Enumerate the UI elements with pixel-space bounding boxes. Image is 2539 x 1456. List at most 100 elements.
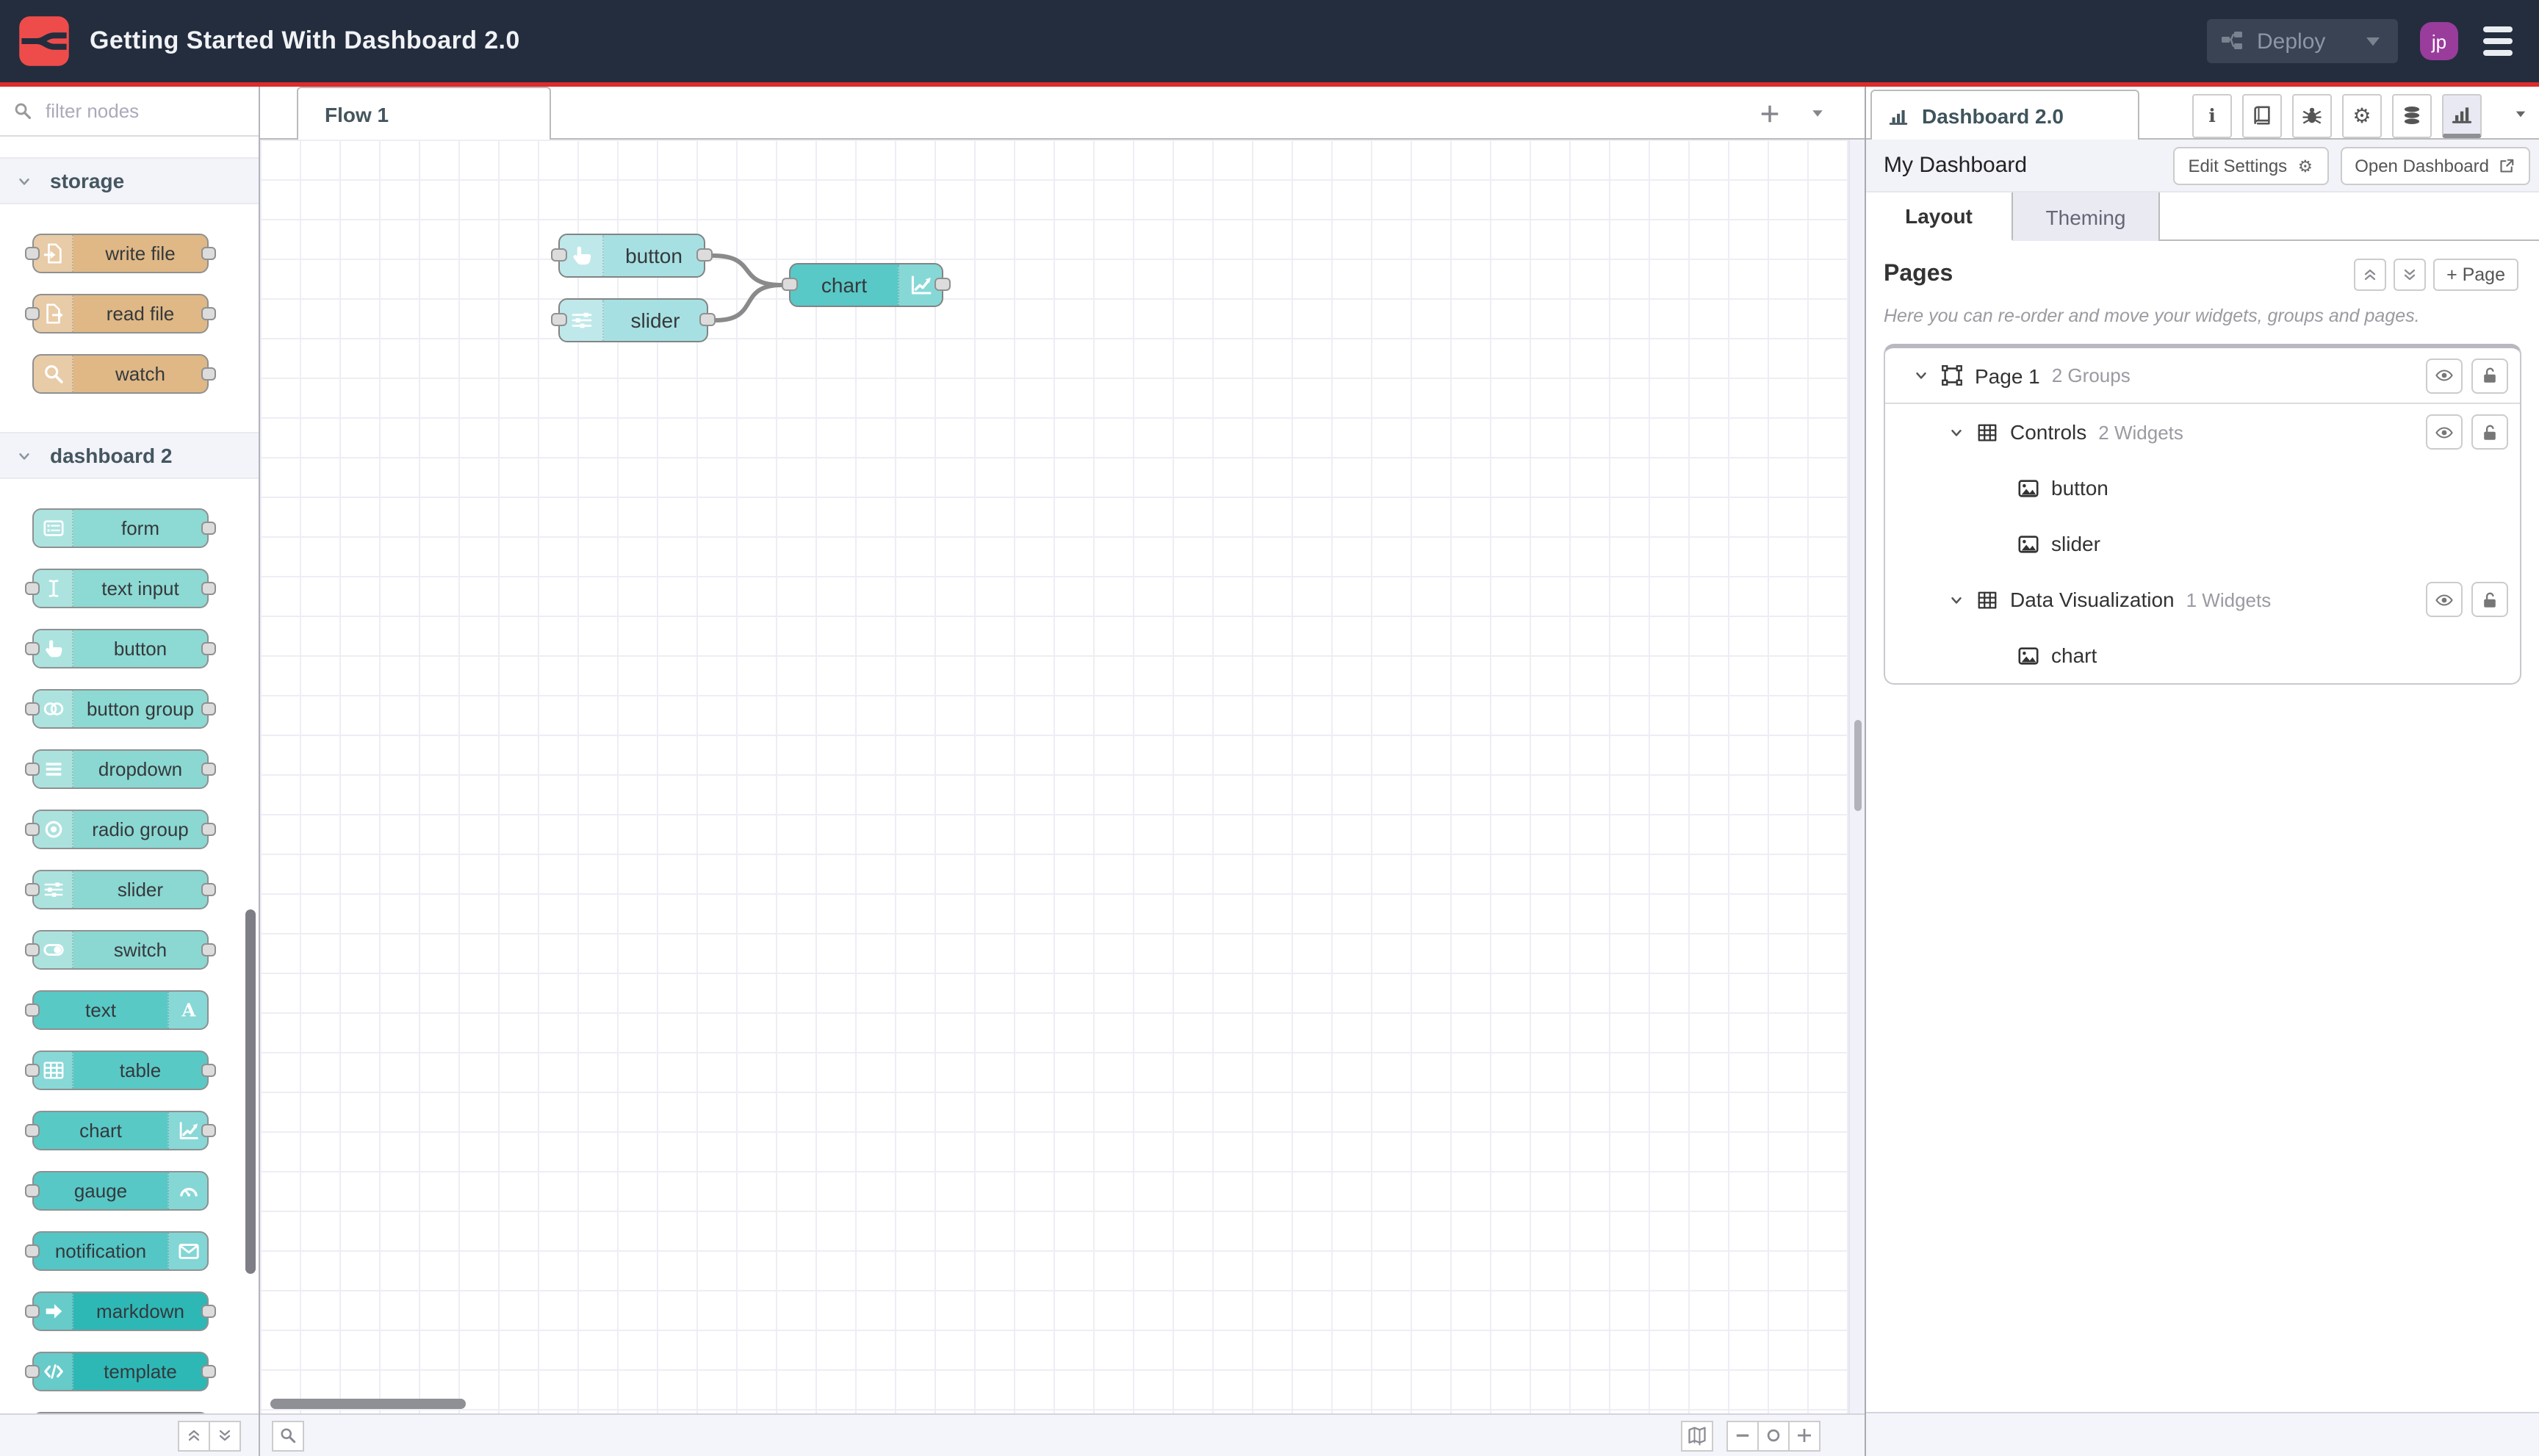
sidebar-toolbar-bug-button[interactable] [2292,93,2332,137]
node-gauge[interactable]: gauge [25,1171,209,1211]
sidebar-toolbar-info-button[interactable]: i [2192,93,2232,137]
palette-search-input[interactable] [43,98,245,123]
canvas-vertical-scrollbar[interactable] [1848,140,1865,1413]
add-page-button[interactable]: + Page [2433,259,2518,291]
deploy-button[interactable]: Deploy [2207,19,2398,63]
node-slider[interactable]: slider [25,870,216,909]
node-radio-group[interactable]: radio group [25,810,216,849]
edit-settings-button[interactable]: Edit Settings ⚙ [2173,146,2329,184]
input-port [25,641,40,655]
open-dashboard-button[interactable]: Open Dashboard [2340,146,2530,184]
sidebar-toolbar-chart-bars-button[interactable] [2442,93,2482,137]
canvas-search-button[interactable] [272,1420,304,1451]
node-text-input[interactable]: text input [25,569,216,608]
node-table[interactable]: table [25,1050,216,1090]
tree-item-count: 2 Groups [2051,364,2131,386]
zoom-out-button[interactable] [1726,1420,1759,1451]
database-icon [2401,104,2423,126]
node-icon-area [34,356,73,392]
minimap-button[interactable] [1681,1420,1713,1451]
node-chart[interactable]: chart [25,1111,216,1150]
palette-scrollbar[interactable] [245,909,256,1274]
collapse-pages-button[interactable] [2354,259,2387,291]
node-template[interactable]: template [25,1352,216,1391]
tab-dashboard-2[interactable]: Dashboard 2.0 [1870,90,2139,140]
dashboard-header: My Dashboard Edit Settings ⚙ Open Dashbo… [1866,140,2539,192]
visibility-toggle-button[interactable] [2426,414,2463,450]
tree-row-widget-chart[interactable]: chart [1885,627,2520,683]
node-label: button [113,638,168,660]
node-notification[interactable]: notification [25,1231,209,1271]
sidebar-toolbar-book-button[interactable] [2242,93,2282,137]
node-dropdown[interactable]: dropdown [25,749,216,789]
expand-pages-button[interactable] [2394,259,2427,291]
letter-a-icon: A [177,999,199,1021]
zoom-in-button[interactable] [1788,1420,1820,1451]
palette-scroll-area[interactable]: storage write file read file watch dashboard… [0,137,259,1413]
node-form[interactable]: form [32,508,216,548]
main-menu-button[interactable] [2480,24,2515,59]
node-button-group[interactable]: button group [25,689,216,729]
node-write-file[interactable]: write file [25,234,216,273]
visibility-toggle-button[interactable] [2426,358,2463,393]
node-label: watch [115,363,165,385]
node-button[interactable]: button [551,234,713,278]
flow-tab-label: Flow 1 [325,102,389,126]
flow-list-caret-icon[interactable] [1809,104,1826,122]
palette-search[interactable] [0,87,259,137]
canvas-vertical-scrollbar-thumb[interactable] [1854,720,1862,811]
deploy-caret-icon[interactable] [2349,29,2385,53]
table-icon [42,1059,64,1081]
tab-theming-label: Theming [2045,205,2126,228]
node-chart[interactable]: chart [782,263,951,307]
tree-row-widget-slider[interactable]: slider [1885,516,2520,572]
sidebar-toolbar-database-button[interactable] [2392,93,2432,137]
chevron-down-icon[interactable] [1944,424,1967,440]
tree-row-group-data-visualization[interactable]: Data Visualization 1 Widgets [1885,572,2520,627]
sidebar-toolbar-gear-button[interactable]: ⚙ [2342,93,2382,137]
node-label: form [121,517,159,539]
dashboard-title: My Dashboard [1884,153,2028,178]
output-port [934,278,951,291]
expand-all-button[interactable] [209,1420,241,1451]
node-watch[interactable]: watch [32,354,216,394]
zoom-reset-button[interactable] [1757,1420,1790,1451]
sidebar-tab-bar: Dashboard 2.0 i ⚙ [1866,87,2539,140]
palette-category-header[interactable]: storage [0,157,259,204]
tab-flow-1[interactable]: Flow 1 [297,87,551,140]
tree-row-group-controls[interactable]: Controls 2 Widgets [1885,404,2520,460]
add-flow-button[interactable] [1759,102,1781,124]
collapse-all-button[interactable] [178,1420,210,1451]
node-switch[interactable]: switch [25,930,216,970]
pages-hint: Here you can re-order and move your widg… [1884,306,2420,326]
node-slider[interactable]: slider [551,298,716,342]
sidebar-menu-caret-icon[interactable] [2513,106,2529,122]
node-label: slider [117,879,164,901]
palette-category-header[interactable]: dashboard 2 [0,432,259,479]
envelope-icon [177,1240,199,1262]
visibility-toggle-button[interactable] [2426,582,2463,617]
tab-theming[interactable]: Theming [2013,192,2160,241]
node-text[interactable]: Atext [25,990,209,1030]
chevron-down-icon[interactable] [1944,591,1967,608]
tree-row-page-page-1[interactable]: Page 1 2 Groups [1885,348,2520,404]
node-read-file[interactable]: read file [25,294,216,334]
node-button[interactable]: button [25,629,216,668]
tab-layout[interactable]: Layout [1866,192,2013,241]
wires [710,253,784,322]
radio-icon [42,818,64,840]
avatar[interactable]: jp [2420,22,2458,60]
lock-toggle-button[interactable] [2471,358,2508,393]
lock-toggle-button[interactable] [2471,414,2508,450]
chevron-down-icon[interactable] [1909,367,1932,383]
node-label: markdown [96,1300,184,1322]
tree-item-label: slider [2051,532,2100,555]
sliders-icon [569,309,593,332]
flow-canvas[interactable]: button slider chart [260,140,1865,1413]
node-markdown[interactable]: markdown [25,1291,216,1331]
canvas-horizontal-scrollbar[interactable] [270,1399,466,1409]
tree-row-widget-button[interactable]: button [1885,460,2520,516]
tree-item-count: 1 Widgets [2186,588,2272,610]
lock-toggle-button[interactable] [2471,582,2508,617]
node-label: text [85,999,116,1021]
